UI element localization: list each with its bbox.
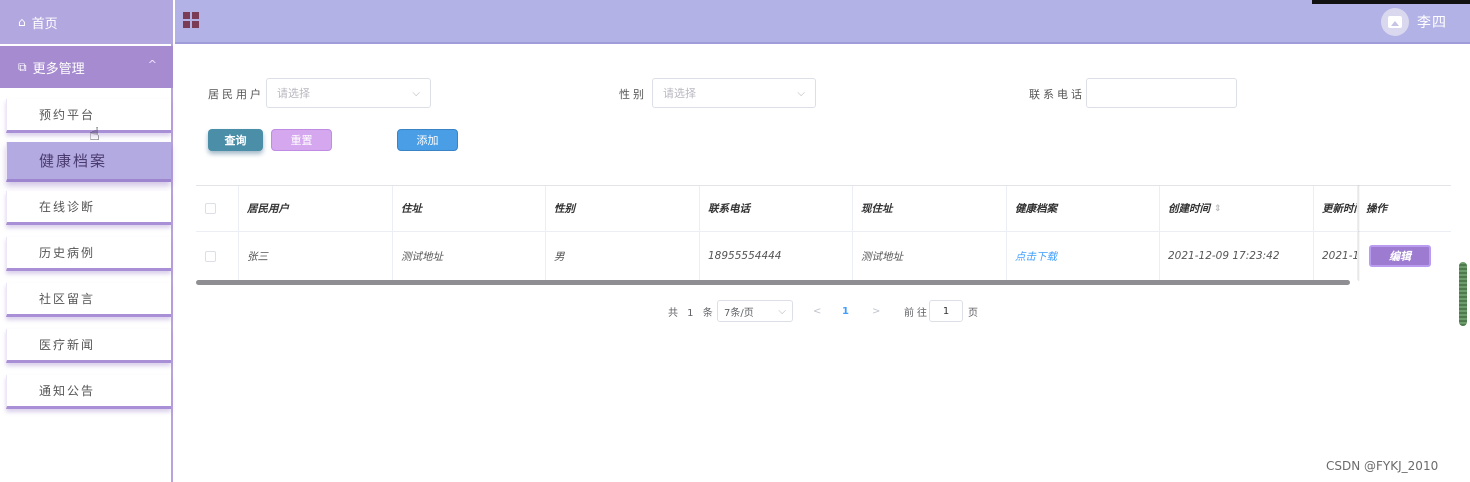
column-header: 现住址 <box>853 186 1007 231</box>
column-header: 住址 <box>393 186 546 231</box>
sidebar-item-label: 在线诊断 <box>39 200 96 214</box>
data-table: 居民用户 住址 性别 联系电话 现住址 健康档案 创建时间 ⇕ 更新时间 操作 … <box>196 185 1451 281</box>
sidebar-home-label: 首页 <box>31 16 58 32</box>
grid-icon[interactable] <box>183 12 199 28</box>
chevron-up-icon[interactable]: ^ <box>148 58 157 71</box>
sidebar-item-label: 历史病例 <box>39 246 96 260</box>
row-checkbox[interactable] <box>205 250 216 262</box>
pagination-total: 共 1 条 <box>668 307 716 319</box>
select-all-cell <box>196 186 239 231</box>
next-page-button[interactable]: > <box>872 300 880 322</box>
fixed-column-shadow <box>1358 185 1360 281</box>
username[interactable]: 李四 <box>1417 12 1447 32</box>
select-all-checkbox[interactable] <box>205 203 216 214</box>
created-time-header[interactable]: 创建时间 ⇕ <box>1160 186 1314 231</box>
top-bar <box>175 0 1470 44</box>
page-number[interactable]: 1 <box>842 300 849 322</box>
resident-cell: 张三 <box>239 232 393 280</box>
sidebar-item-health-record[interactable]: 健康档案 <box>6 142 171 182</box>
query-button[interactable]: 查询 <box>208 129 263 151</box>
sidebar-item-community-messages[interactable]: 社区留言 <box>6 283 171 317</box>
column-header: 操作 <box>1366 203 1387 215</box>
column-header: 健康档案 <box>1007 186 1160 231</box>
row-select-cell <box>196 232 239 280</box>
phone-cell: 18955554444 <box>700 232 853 280</box>
top-strip <box>1312 0 1470 4</box>
resident-select-placeholder: 请选择 <box>277 87 310 100</box>
prev-page-button[interactable]: < <box>813 300 821 322</box>
edit-button[interactable]: 编辑 <box>1369 245 1431 267</box>
sidebar-item-notices[interactable]: 通知公告 <box>6 375 171 409</box>
image-icon <box>1388 16 1402 28</box>
action-cell: 编辑 <box>1358 232 1451 280</box>
resident-select[interactable]: 请选择 ⌵ <box>266 78 431 108</box>
health-record-cell: 点击下载 <box>1007 232 1160 280</box>
copy-icon: ⧉ <box>18 59 27 74</box>
gender-cell: 男 <box>546 232 700 280</box>
sidebar: ⌂ 首页 ⧉ 更多管理 ^ 预约平台 健康档案 在线诊断 历史病例 社区留言 医… <box>0 0 173 482</box>
sidebar-item-history-cases[interactable]: 历史病例 <box>6 237 171 271</box>
sidebar-item-label: 预约平台 <box>39 108 96 122</box>
column-header: 创建时间 <box>1168 203 1210 215</box>
gender-label: 性别 <box>619 88 647 101</box>
address-cell: 测试地址 <box>393 232 546 280</box>
sidebar-group-label: 更多管理 <box>32 61 85 77</box>
page-size-select[interactable]: 7条/页 ⌵ <box>717 300 793 322</box>
created-time-cell: 2021-12-09 17:23:42 <box>1160 232 1314 280</box>
column-header: 联系电话 <box>700 186 853 231</box>
sidebar-item-label: 社区留言 <box>39 292 96 306</box>
gender-select-placeholder: 请选择 <box>663 87 696 100</box>
sidebar-item-label: 通知公告 <box>39 384 96 398</box>
sort-icon[interactable]: ⇕ <box>1214 204 1222 214</box>
gender-select[interactable]: 请选择 ⌵ <box>652 78 816 108</box>
sidebar-group-more[interactable]: ⧉ 更多管理 ^ <box>0 46 173 88</box>
sidebar-item-label: 健康档案 <box>39 152 108 170</box>
download-link[interactable]: 点击下载 <box>1015 249 1057 264</box>
resident-label: 居民用户 <box>208 88 264 101</box>
table-row: 张三 测试地址 男 18955554444 测试地址 点击下载 2021-12-… <box>196 232 1451 280</box>
avatar[interactable] <box>1381 8 1409 36</box>
watermark: CSDN @FYKJ_2010 <box>1326 459 1439 473</box>
sidebar-item-medical-news[interactable]: 医疗新闻 <box>6 329 171 363</box>
vertical-scrollbar[interactable] <box>1459 262 1467 326</box>
phone-input[interactable] <box>1086 78 1237 108</box>
horizontal-scrollbar[interactable] <box>196 280 1350 285</box>
chevron-down-icon: ⌵ <box>778 305 786 317</box>
add-button[interactable]: 添加 <box>397 129 458 151</box>
goto-label: 前往 <box>904 307 930 319</box>
phone-label: 联系电话 <box>1029 88 1085 101</box>
chevron-down-icon: ⌵ <box>412 87 420 99</box>
hand-cursor-icon: ☝ <box>89 124 100 145</box>
chevron-down-icon: ⌵ <box>797 87 805 99</box>
page-size-value: 7条/页 <box>724 307 754 319</box>
updated-time-cell: 2021-12 <box>1314 232 1358 280</box>
reset-button[interactable]: 重置 <box>271 129 332 151</box>
column-header: 更新时间 <box>1314 186 1358 231</box>
sidebar-item-label: 医疗新闻 <box>39 338 96 352</box>
page-jump-input[interactable]: 1 <box>929 300 963 322</box>
page-suffix-label: 页 <box>968 307 978 319</box>
column-header: 居民用户 <box>239 186 393 231</box>
sidebar-home[interactable]: ⌂ 首页 <box>0 0 173 44</box>
column-header: 性别 <box>546 186 700 231</box>
table-header-row: 居民用户 住址 性别 联系电话 现住址 健康档案 创建时间 ⇕ 更新时间 操作 <box>196 186 1451 232</box>
sidebar-item-online-diagnosis[interactable]: 在线诊断 <box>6 191 171 225</box>
current-address-cell: 测试地址 <box>853 232 1007 280</box>
home-icon: ⌂ <box>18 15 26 29</box>
